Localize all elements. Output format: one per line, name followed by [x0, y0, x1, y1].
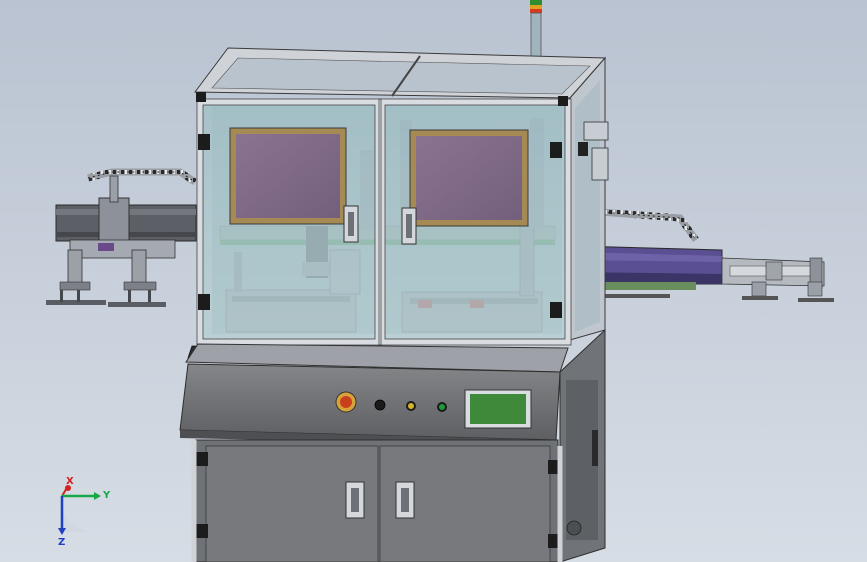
- right-monitor-screen: [416, 136, 522, 220]
- machine-frame[interactable]: [194, 47, 609, 346]
- black-button[interactable]: [374, 399, 386, 411]
- left-monitor-screen: [236, 134, 340, 218]
- z-axis-label: Z: [58, 537, 65, 548]
- hmi-screen[interactable]: [470, 394, 526, 424]
- right-conveyor-module[interactable]: [575, 208, 834, 302]
- x-axis-label: X: [66, 476, 74, 487]
- left-conveyor-module[interactable]: [46, 168, 197, 307]
- axis-triad: X Y Z: [58, 476, 111, 548]
- left-support-post: [131, 249, 147, 285]
- control-console[interactable]: [179, 343, 569, 446]
- y-axis-label: Y: [102, 490, 111, 501]
- left-support-post: [67, 249, 83, 285]
- cad-viewport[interactable]: X Y Z: [0, 0, 867, 562]
